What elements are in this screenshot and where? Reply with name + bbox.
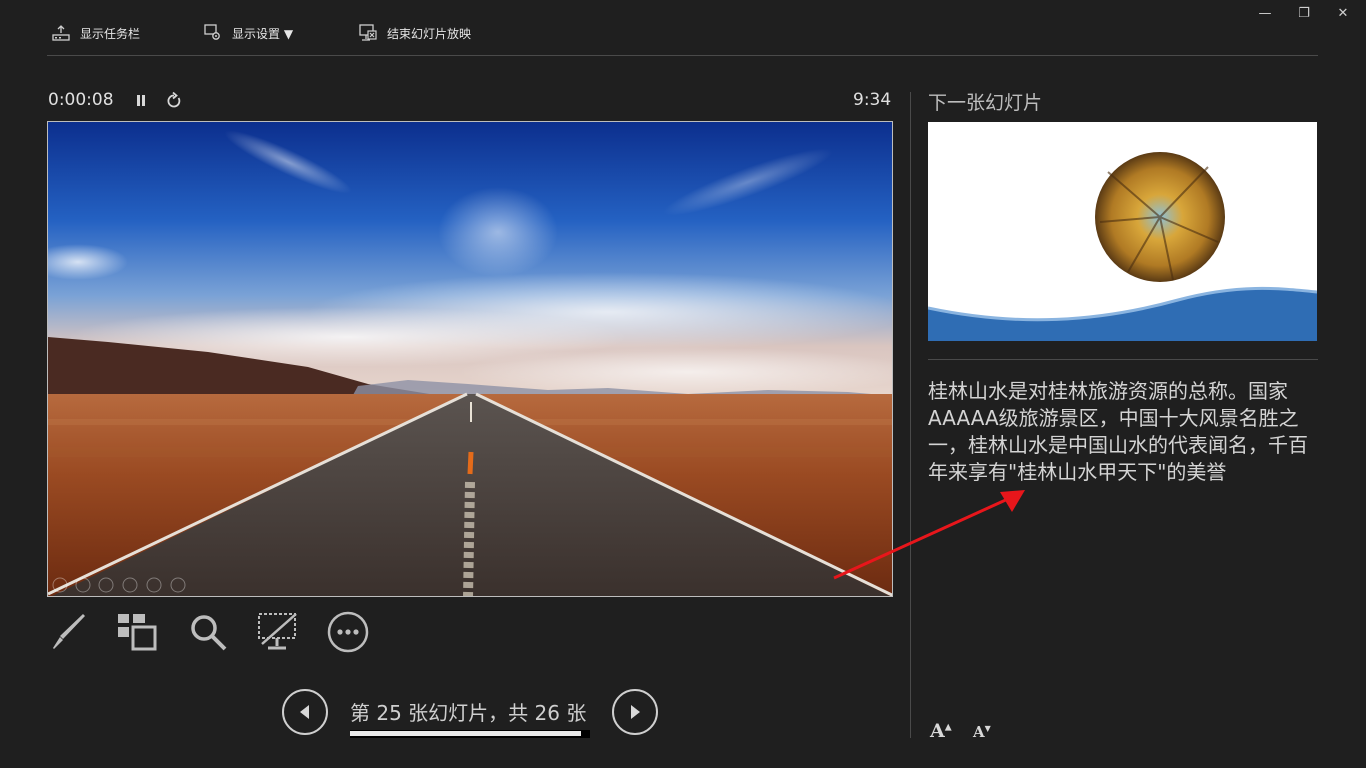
- end-show-icon: [359, 24, 377, 42]
- pen-tool-button[interactable]: [47, 610, 91, 654]
- screen-off-icon: [258, 613, 297, 650]
- end-show-label: 结束幻灯片放映: [387, 26, 472, 41]
- more-options-button[interactable]: [326, 610, 370, 654]
- zoom-button[interactable]: [186, 610, 230, 654]
- clock-time: 9:34: [853, 90, 892, 110]
- pen-icon: [53, 614, 85, 649]
- toolbar-divider: [47, 55, 1318, 56]
- more-icon: [327, 611, 369, 653]
- decrease-font-button[interactable]: A▼: [973, 723, 991, 741]
- display-settings-button[interactable]: 显示设置 ▼: [204, 22, 293, 44]
- next-slide-label: 下一张幻灯片: [928, 92, 1043, 114]
- notes-divider: [928, 359, 1318, 360]
- show-taskbar-button[interactable]: 显示任务栏: [52, 22, 140, 44]
- minimize-icon: —: [1258, 5, 1272, 21]
- chevron-left-icon: [300, 705, 309, 719]
- current-slide[interactable]: [47, 121, 893, 597]
- pause-icon: [137, 95, 145, 106]
- pause-button[interactable]: [133, 92, 149, 110]
- annotation-arrow: [833, 490, 1025, 580]
- increase-font-icon: A: [930, 720, 945, 742]
- close-icon: ✕: [1337, 5, 1349, 21]
- minimize-button[interactable]: —: [1251, 4, 1279, 22]
- black-screen-button[interactable]: [256, 610, 300, 654]
- slide-counter: 第 25 张幻灯片，共 26 张: [350, 701, 587, 725]
- close-button[interactable]: ✕: [1329, 4, 1357, 22]
- display-settings-label: 显示设置 ▼: [232, 26, 294, 41]
- next-slide-button[interactable]: [612, 689, 658, 735]
- elapsed-timer: 0:00:08: [48, 90, 114, 110]
- end-show-button[interactable]: 结束幻灯片放映: [359, 22, 471, 44]
- see-all-slides-button[interactable]: [115, 610, 159, 654]
- show-taskbar-label: 显示任务栏: [80, 26, 141, 41]
- display-settings-icon: [204, 24, 222, 42]
- taskbar-icon: [52, 25, 70, 41]
- next-slide-thumbnail[interactable]: [928, 122, 1317, 341]
- restore-button[interactable]: ❐: [1290, 4, 1318, 22]
- increase-font-button[interactable]: A▲: [930, 720, 952, 742]
- restore-icon: ❐: [1298, 5, 1310, 21]
- reset-icon: [167, 91, 181, 108]
- previous-slide-button[interactable]: [282, 689, 328, 735]
- pane-divider: [910, 92, 911, 738]
- desert-road-image: [48, 122, 892, 596]
- slide-progress-fill: [350, 731, 581, 736]
- chevron-right-icon: [631, 705, 640, 719]
- reset-timer-button[interactable]: [164, 91, 184, 111]
- decrease-font-icon: A: [973, 723, 985, 741]
- next-slide-preview: [928, 122, 1317, 341]
- magnifier-icon: [191, 615, 227, 651]
- slides-grid-icon: [118, 614, 157, 651]
